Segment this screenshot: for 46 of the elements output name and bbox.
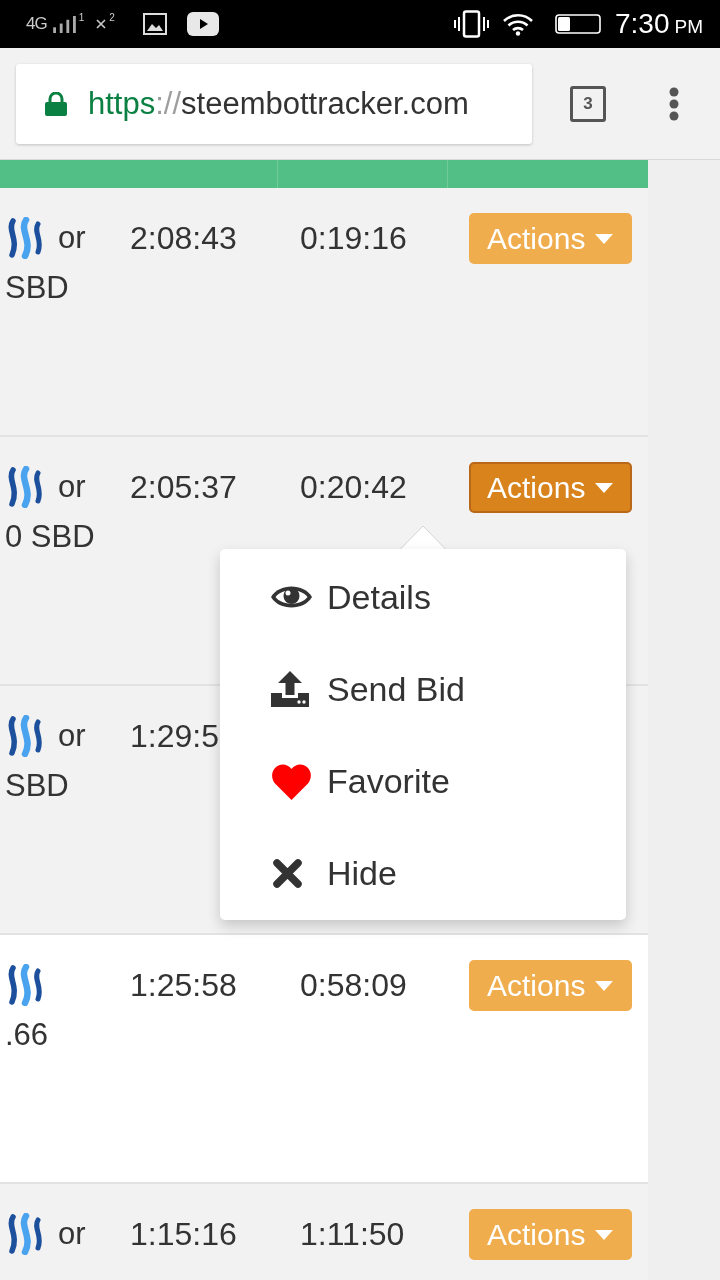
- amount-text: SBD: [5, 767, 69, 805]
- sim-number-text: 2: [109, 12, 115, 23]
- time-text: 1:15:16: [130, 1216, 237, 1252]
- vibrate-icon: [454, 10, 489, 38]
- url-text: https://steembottracker.com: [88, 85, 469, 122]
- overflow-menu-icon[interactable]: [669, 86, 679, 121]
- amount-text: or: [58, 219, 86, 257]
- caret-icon: [595, 482, 614, 493]
- wifi-icon: [502, 12, 534, 36]
- time-text: 0:58:09: [300, 967, 407, 1003]
- time-text: 2:08:43: [130, 220, 237, 256]
- caret-icon: [595, 980, 614, 991]
- image-icon: [142, 13, 167, 35]
- time-text: 0:19:16: [300, 220, 407, 256]
- sim-number-text: 1: [78, 12, 85, 23]
- menu-item[interactable]: Favorite: [220, 735, 626, 827]
- caret-icon: [595, 233, 614, 244]
- time-text: 1:11:50: [300, 1216, 405, 1252]
- play-button-icon: [186, 12, 219, 36]
- address-bar[interactable]: https://steembottracker.com: [16, 63, 532, 144]
- clock-meridiem: PM: [674, 15, 703, 38]
- menu-item[interactable]: Hide: [220, 827, 626, 919]
- eye-icon: [271, 584, 312, 610]
- upload-icon: [271, 671, 309, 707]
- time-text: 1:29:5: [130, 718, 219, 754]
- tab-switcher-button[interactable]: 3: [570, 85, 606, 122]
- amount-text: .66: [5, 1016, 49, 1054]
- amount-text: 0 SBD: [5, 518, 95, 556]
- time-text: 2:05:37: [130, 469, 237, 505]
- menu-item[interactable]: Details: [220, 551, 626, 643]
- clock-time: 7:30: [615, 8, 670, 40]
- network-type-text: 4G: [26, 14, 47, 34]
- amount-text: or: [58, 717, 86, 755]
- signal-icon: [52, 15, 76, 33]
- battery-icon: [555, 14, 601, 34]
- close-icon: [273, 858, 302, 888]
- menu-item[interactable]: Send Bid: [220, 643, 626, 735]
- amount-text: SBD: [5, 269, 69, 307]
- heart-icon: [271, 762, 312, 800]
- amount-text: or: [58, 1215, 86, 1253]
- time-text: 0:20:42: [300, 469, 407, 505]
- amount-text: or: [58, 468, 86, 506]
- time-text: 1:25:58: [130, 967, 237, 1003]
- lock-icon: [45, 91, 67, 116]
- caret-icon: [595, 1229, 614, 1240]
- no-signal-icon: [96, 19, 107, 29]
